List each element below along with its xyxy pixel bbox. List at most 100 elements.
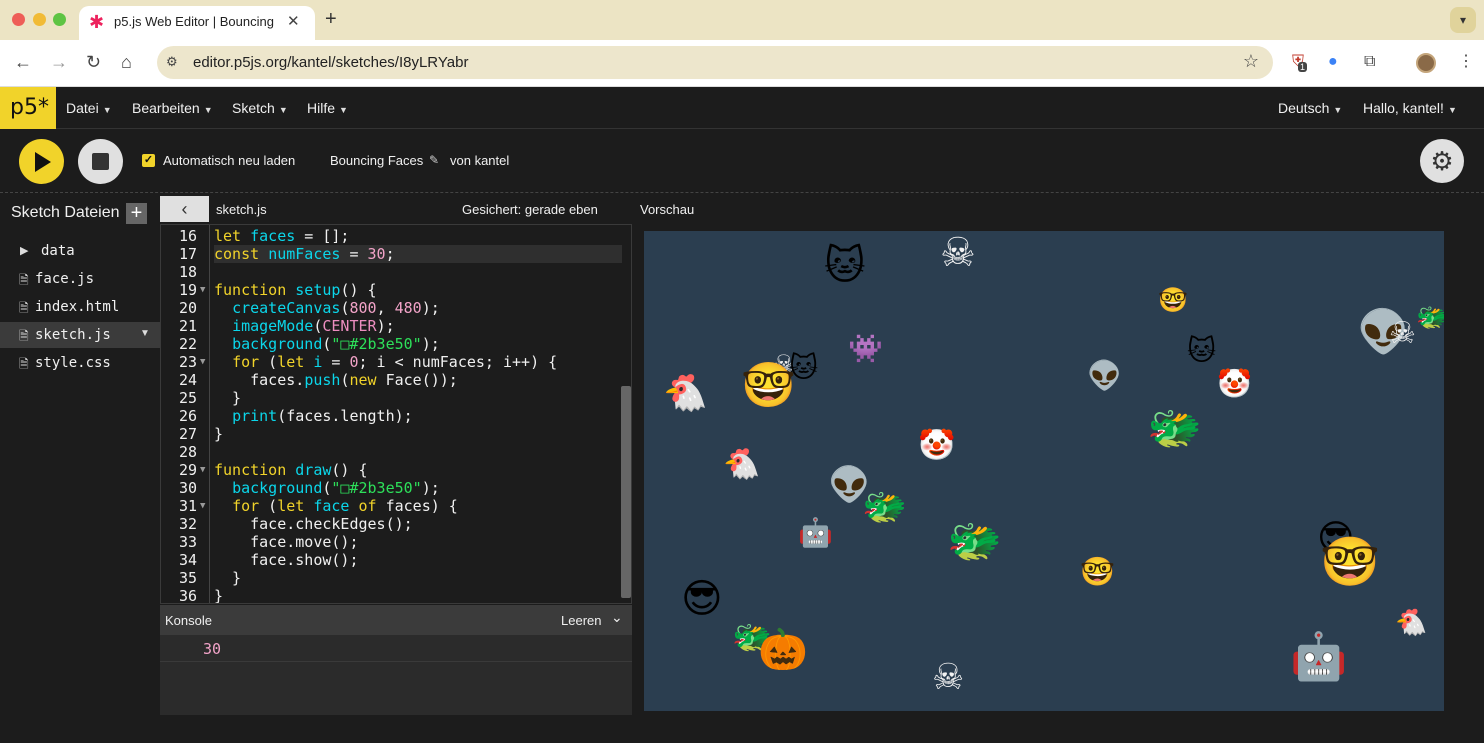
close-window-button[interactable] — [12, 13, 25, 26]
home-icon[interactable]: ⌂ — [121, 50, 132, 74]
code-line[interactable]: 29 ▼ function draw() { — [161, 461, 631, 479]
chevron-down-icon: ▼ — [102, 105, 112, 115]
menu-bearbeiten[interactable]: Bearbeiten ▼ — [132, 100, 213, 116]
code-text[interactable]: background("□#2b3e50"); — [214, 335, 622, 353]
code-line[interactable]: 35 } — [161, 569, 631, 587]
stop-button[interactable] — [78, 139, 123, 184]
code-line[interactable]: 28 — [161, 443, 631, 461]
code-text[interactable]: const numFaces = 30; — [214, 245, 622, 263]
code-text[interactable]: face.move(); — [214, 533, 622, 551]
back-arrow-icon[interactable]: ← — [14, 50, 32, 74]
extensions-puzzle-icon[interactable]: ⧉ — [1364, 52, 1375, 72]
menu-hilfe[interactable]: Hilfe ▼ — [307, 100, 348, 116]
fold-arrow-icon[interactable]: ▼ — [200, 353, 205, 371]
fold-arrow-icon[interactable]: ▼ — [200, 461, 205, 479]
fold-arrow-icon[interactable]: ▼ — [200, 281, 205, 299]
code-line[interactable]: 23 ▼ for (let i = 0; i < numFaces; i++) { — [161, 353, 631, 371]
line-number: 33 — [178, 533, 197, 551]
code-line[interactable]: 17 const numFaces = 30; — [161, 245, 631, 263]
forward-arrow-icon[interactable]: → — [50, 50, 68, 74]
add-file-icon[interactable]: + — [126, 203, 147, 224]
editor-scrollbar[interactable] — [621, 386, 631, 598]
code-text[interactable]: for (let i = 0; i < numFaces; i++) { — [214, 353, 622, 371]
fold-arrow-icon[interactable]: ▼ — [200, 497, 205, 515]
preview-canvas[interactable]: 🐱 ☠ 🤓 👽 ☠ 🐲 👾 🐱 👽 ☠ 🐱 🤓 🤡 🐔 🐲 🤡 🐔 👽 🐲 🤖 🐲 😎 🤓 🤓 😎 🐲 🎃 🤖 🐔 ☠ — [644, 231, 1444, 711]
chevron-down-icon[interactable]: ▼ — [140, 328, 150, 339]
code-text[interactable]: } — [214, 587, 622, 603]
settings-gear-icon[interactable]: ⚙ — [1420, 139, 1464, 183]
collapse-sidebar-chevron-icon[interactable]: ‹ — [160, 196, 209, 222]
code-text[interactable]: } — [214, 569, 622, 587]
code-text[interactable]: for (let face of faces) { — [214, 497, 622, 515]
code-line[interactable]: 36} — [161, 587, 631, 603]
reload-icon[interactable]: ↻ — [86, 50, 101, 74]
code-text[interactable]: face.checkEdges(); — [214, 515, 622, 533]
code-text[interactable]: let faces = []; — [214, 227, 622, 245]
language-menu[interactable]: Deutsch ▼ — [1278, 100, 1342, 116]
code-text[interactable]: print(faces.length); — [214, 407, 622, 425]
sketch-name[interactable]: Bouncing Faces — [330, 153, 423, 168]
tab-search-chevron-icon[interactable]: ▾ — [1450, 7, 1476, 33]
chevron-down-icon[interactable]: ⌄ — [611, 609, 623, 626]
code-line[interactable]: 34 face.show(); — [161, 551, 631, 569]
omnibox[interactable]: ⚙ editor.p5js.org/kantel/sketches/I8yLRY… — [157, 46, 1273, 79]
sidebar-folder-data[interactable]: ▶ data — [0, 238, 160, 264]
code-line[interactable]: 26 print(faces.length); — [161, 407, 631, 425]
code-line[interactable]: 19 ▼ function setup() { — [161, 281, 631, 299]
menu-datei[interactable]: Datei ▼ — [66, 100, 112, 116]
code-line[interactable]: 16 let faces = []; — [161, 227, 631, 245]
sidebar-file-style-css[interactable]: 🗎 style.css — [0, 350, 160, 376]
folder-triangle-icon[interactable]: ▶ — [20, 244, 28, 257]
menu-sketch[interactable]: Sketch ▼ — [232, 100, 288, 116]
maximize-window-button[interactable] — [53, 13, 66, 26]
code-line[interactable]: 32 face.checkEdges(); — [161, 515, 631, 533]
code-text[interactable]: } — [214, 389, 622, 407]
console-clear-button[interactable]: Leeren — [561, 613, 601, 628]
code-text[interactable]: createCanvas(800, 480); — [214, 299, 622, 317]
code-text[interactable]: function setup() { — [214, 281, 622, 299]
editor-header: ‹ sketch.js Gesichert: gerade eben — [160, 194, 632, 224]
code-line[interactable]: 31 ▼ for (let face of faces) { — [161, 497, 631, 515]
minimize-window-button[interactable] — [33, 13, 46, 26]
code-line[interactable]: 18 — [161, 263, 631, 281]
site-info-icon[interactable]: ⚙ — [166, 54, 178, 70]
code-line[interactable]: 27} — [161, 425, 631, 443]
code-editor[interactable]: 16 let faces = []; 17 const numFaces = 30; 1… — [160, 224, 632, 604]
language-label: Deutsch — [1278, 100, 1330, 116]
code-text[interactable]: background("□#2b3e50"); — [214, 479, 622, 497]
code-line[interactable]: 25 } — [161, 389, 631, 407]
play-button[interactable] — [19, 139, 64, 184]
editor-file-tab[interactable]: sketch.js — [216, 202, 267, 217]
bookmark-star-icon[interactable]: ☆ — [1243, 51, 1259, 72]
code-text[interactable]: imageMode(CENTER); — [214, 317, 622, 335]
code-line[interactable]: 20 createCanvas(800, 480); — [161, 299, 631, 317]
invader-sprite: 👾 — [848, 332, 883, 365]
code-line[interactable]: 33 face.move(); — [161, 533, 631, 551]
code-text[interactable]: } — [214, 425, 622, 443]
new-tab-icon[interactable]: + — [325, 8, 337, 30]
profile-avatar[interactable] — [1416, 53, 1436, 73]
sidebar-file-sketch-js[interactable]: 🗎 sketch.js ▼ — [0, 322, 160, 348]
code-text[interactable]: function draw() { — [214, 461, 622, 479]
line-number: 29 — [178, 461, 197, 479]
code-line[interactable]: 24 faces.push(new Face()); — [161, 371, 631, 389]
browser-menu-icon[interactable]: ⋮ — [1458, 52, 1474, 72]
p5-logo[interactable]: p5* — [0, 87, 56, 129]
extension-dot-icon[interactable]: ● — [1328, 52, 1338, 72]
pencil-icon[interactable]: ✎ — [429, 153, 439, 167]
sidebar-file-index-html[interactable]: 🗎 index.html — [0, 294, 160, 320]
auto-reload-checkbox[interactable]: ✓ — [142, 154, 155, 167]
user-menu[interactable]: Hallo, kantel! ▼ — [1363, 100, 1457, 116]
code-line[interactable]: 30 background("□#2b3e50"); — [161, 479, 631, 497]
console-header: Konsole Leeren ⌄ — [160, 605, 632, 635]
url-text[interactable]: editor.p5js.org/kantel/sketches/I8yLRYab… — [193, 54, 468, 71]
pumpkin-sprite: 🎃 — [758, 627, 808, 673]
code-line[interactable]: 21 imageMode(CENTER); — [161, 317, 631, 335]
sidebar-file-face-js[interactable]: 🗎 face.js — [0, 266, 160, 292]
browser-tab[interactable]: ✱ p5.js Web Editor | Bouncing F ✕ — [79, 6, 315, 40]
code-text[interactable]: faces.push(new Face()); — [214, 371, 622, 389]
code-text[interactable]: face.show(); — [214, 551, 622, 569]
tab-close-icon[interactable]: ✕ — [287, 12, 300, 30]
code-line[interactable]: 22 background("□#2b3e50"); — [161, 335, 631, 353]
auto-reload-label[interactable]: Automatisch neu laden — [163, 153, 295, 168]
